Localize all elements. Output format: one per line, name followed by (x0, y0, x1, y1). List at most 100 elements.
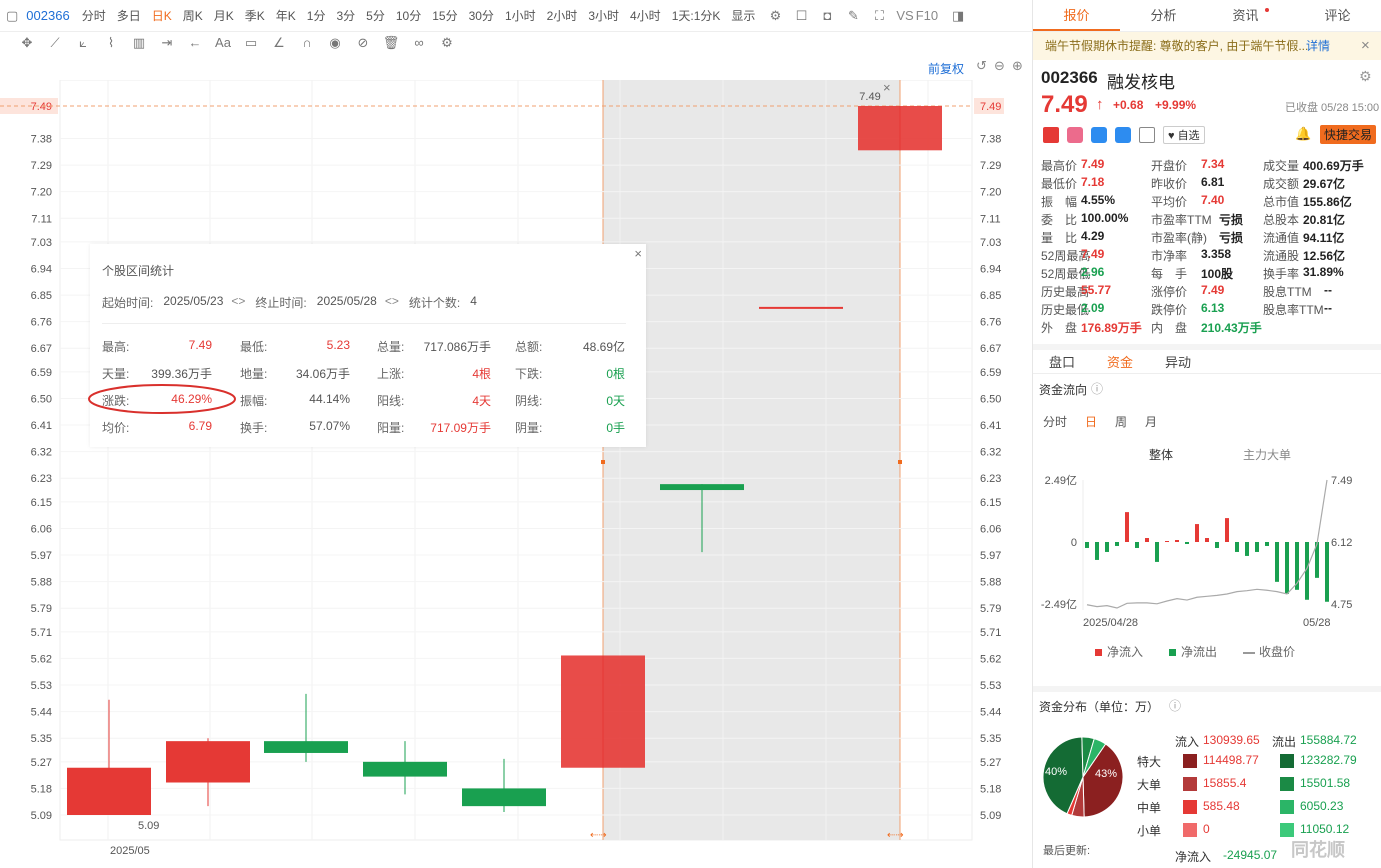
start-date[interactable]: 2025/05/23 (163, 294, 223, 311)
candle-body[interactable] (264, 741, 348, 753)
close-icon[interactable]: × (634, 246, 642, 261)
gear-icon[interactable]: ⚙ (438, 34, 456, 52)
period-tab[interactable]: 5分 (366, 7, 385, 24)
period-tab[interactable]: 2小时 (547, 7, 578, 24)
period-tab[interactable]: 3小时 (588, 7, 619, 24)
zoom-out-icon[interactable]: ⊖ (994, 58, 1005, 74)
price-change: +0.68 (1113, 98, 1144, 112)
fuquan-select[interactable]: 前复权 (928, 60, 964, 77)
selection-handle[interactable] (601, 460, 605, 464)
period-tab[interactable]: 分时 (82, 7, 106, 24)
period-option[interactable]: 月 (1145, 413, 1157, 430)
sub-tab[interactable]: 资金 (1107, 352, 1133, 371)
candle-body[interactable] (759, 306, 843, 309)
fib-icon[interactable]: ▥ (130, 34, 148, 52)
period-tab[interactable]: 多日 (117, 7, 141, 24)
period-tab[interactable]: 显示 (731, 7, 755, 24)
period-tab[interactable]: 15分 (432, 7, 457, 24)
dist-outflow: 6050.23 (1300, 799, 1344, 813)
adjust-end-icon[interactable]: <> (385, 294, 399, 311)
measure-icon[interactable]: ⇥ (158, 34, 176, 52)
close-icon[interactable]: × (1361, 32, 1370, 60)
sidebar-toggle-icon[interactable]: ◨ (949, 7, 967, 25)
period-option[interactable]: 分时 (1043, 413, 1067, 430)
fast-trade-button[interactable]: 快捷交易 (1320, 125, 1377, 144)
candle-body[interactable] (462, 788, 546, 807)
candle-body[interactable] (363, 761, 447, 777)
stock-symbol[interactable]: 002366 (26, 8, 69, 23)
period-tab[interactable]: 30分 (469, 7, 494, 24)
move-icon[interactable]: ✥ (18, 34, 36, 52)
candle-body[interactable] (561, 655, 645, 768)
watchlist-button[interactable]: ♥ 自选 (1163, 126, 1205, 144)
pen-icon[interactable]: ✎ (844, 7, 862, 25)
sub-tab[interactable]: 盘口 (1049, 352, 1075, 371)
period-tab[interactable]: 4小时 (630, 7, 661, 24)
magnet-icon[interactable]: ∩ (298, 34, 316, 52)
trash-icon[interactable]: 🗑 (382, 34, 400, 52)
link-icon[interactable]: ∞ (410, 34, 428, 52)
hide-icon[interactable]: ⊘ (354, 34, 372, 52)
zoom-in-icon[interactable]: ⊕ (1012, 58, 1023, 74)
right-tab[interactable]: 报价 (1033, 0, 1120, 31)
right-tab[interactable]: 资讯 (1207, 0, 1294, 31)
note-icon[interactable] (1139, 127, 1155, 143)
notice-detail-link[interactable]: 详情 (1306, 32, 1330, 60)
bell-icon[interactable]: 🔔 (1295, 126, 1311, 142)
reset-icon[interactable]: ↺ (976, 58, 987, 74)
right-tab[interactable]: 评论 (1294, 0, 1381, 31)
kline-chart[interactable]: ⇠⇢ ⇠⇢×7.49 7.497.38 7.387.29 7.297.20 7.207.1… (0, 80, 1032, 868)
gear-icon[interactable]: ⚙ (1359, 68, 1372, 85)
f10-button[interactable]: F10 (916, 8, 938, 23)
period-tab[interactable]: 10分 (396, 7, 421, 24)
tag-icon[interactable] (1115, 127, 1131, 143)
period-tab[interactable]: 1小时 (505, 7, 536, 24)
period-tab[interactable]: 周K (183, 7, 203, 24)
settings-icon[interactable]: ⚙ (766, 7, 784, 25)
quote-value: 6.81 (1201, 175, 1225, 189)
right-tab[interactable]: 分析 (1120, 0, 1207, 31)
camera-icon[interactable]: ◘ (818, 7, 836, 25)
end-date[interactable]: 2025/05/28 (317, 294, 377, 311)
trend-icon[interactable]: ⟀ (74, 34, 92, 52)
period-option[interactable]: 周 (1115, 413, 1127, 430)
fund-flow-chart[interactable]: 2.49亿 0 -2.49亿 7.49 6.12 4.75 2025/04/28 05/28 (1033, 470, 1381, 630)
comment-icon[interactable]: ▭ (242, 34, 260, 52)
period-option[interactable]: 日 (1085, 413, 1097, 430)
period-tab[interactable]: 月K (214, 7, 234, 24)
arrow-left-icon[interactable]: ← (186, 34, 204, 52)
line-icon[interactable]: ⟋ (46, 34, 64, 52)
text-icon[interactable]: Aa (214, 34, 232, 52)
quote-label: 涨停价 (1151, 285, 1188, 299)
fullscreen-icon[interactable]: ⛶ (870, 7, 888, 25)
info-icon[interactable]: ⓘ (1169, 697, 1181, 714)
candle-body[interactable] (67, 767, 151, 815)
layout-icon[interactable]: ▢ (6, 8, 18, 24)
flow-type-overall[interactable]: 整体 (1149, 446, 1173, 463)
exchange-icon[interactable] (1091, 127, 1107, 143)
adjust-start-icon[interactable]: <> (231, 294, 245, 311)
checkbox-icon[interactable]: ☐ (792, 7, 810, 25)
angle-icon[interactable]: ∠ (270, 34, 288, 52)
period-tab[interactable]: 1分 (307, 7, 326, 24)
flow-type-main[interactable]: 主力大单 (1243, 446, 1291, 463)
stats-title: 个股区间统计 (102, 264, 175, 278)
period-tab[interactable]: 日K (152, 7, 172, 24)
selection-handle[interactable] (898, 460, 902, 464)
period-tab[interactable]: 年K (276, 7, 296, 24)
sub-tab[interactable]: 异动 (1165, 352, 1191, 371)
vs-button[interactable]: VS (896, 8, 913, 23)
period-tab[interactable]: 1天:1分K (672, 7, 721, 24)
candle-body[interactable] (166, 741, 250, 783)
flash-icon[interactable] (1067, 127, 1083, 143)
flow-x-label: 2025/04/28 (1083, 617, 1138, 629)
period-tab[interactable]: 季K (245, 7, 265, 24)
quote-label: 流通股 (1263, 249, 1300, 263)
flag-icon[interactable] (1043, 127, 1059, 143)
eye-icon[interactable]: ◉ (326, 34, 344, 52)
wave-icon[interactable]: ⌇ (102, 34, 120, 52)
period-tab[interactable]: 3分 (336, 7, 355, 24)
info-icon[interactable]: ⓘ (1091, 380, 1103, 397)
candle-body[interactable] (858, 106, 942, 151)
candle-body[interactable] (660, 484, 744, 491)
